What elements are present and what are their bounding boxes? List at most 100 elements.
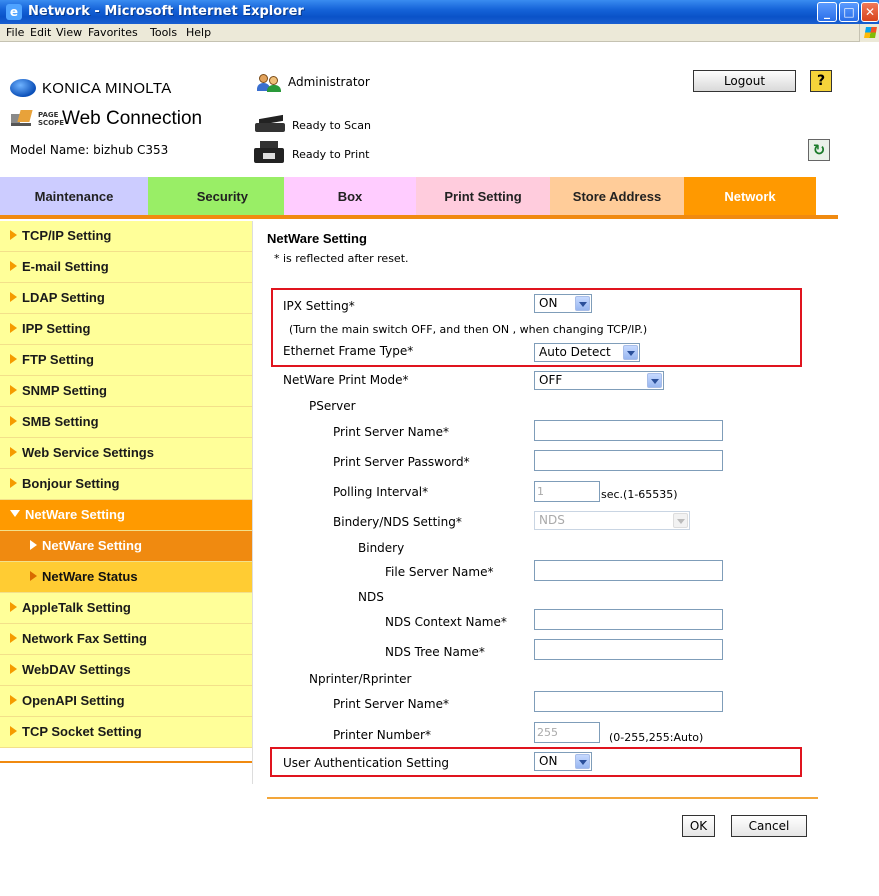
sidebar-subitem-netware-status[interactable]: NetWare Status	[0, 562, 252, 593]
arrow-down-icon	[10, 510, 20, 517]
sidebar-item-label: NetWare Setting	[42, 538, 142, 553]
sidebar-item-smb[interactable]: SMB Setting	[0, 407, 252, 438]
frame-type-select[interactable]: Auto Detect	[534, 343, 640, 362]
polling-interval-label: Polling Interval*	[333, 485, 429, 499]
nds-context-name-input[interactable]	[534, 609, 723, 630]
ipx-note: (Turn the main switch OFF, and then ON ,…	[289, 323, 648, 336]
print-server-password-input[interactable]	[534, 450, 723, 471]
tab-maintenance[interactable]: Maintenance	[0, 177, 148, 215]
chevron-down-icon	[575, 296, 590, 311]
sidebar-item-label: Network Fax Setting	[22, 631, 147, 646]
chevron-down-icon	[623, 345, 638, 360]
sidebar-item-openapi[interactable]: OpenAPI Setting	[0, 686, 252, 717]
tab-print-setting[interactable]: Print Setting	[416, 177, 550, 215]
window-title: Network - Microsoft Internet Explorer	[28, 4, 304, 19]
close-button[interactable]: ✕	[861, 2, 879, 22]
pserver-label: PServer	[309, 399, 356, 413]
sidebar-item-bonjour[interactable]: Bonjour Setting	[0, 469, 252, 500]
print-mode-label: NetWare Print Mode*	[283, 373, 409, 387]
printer-number-range: (0-255,255:Auto)	[609, 731, 704, 744]
ipx-setting-select[interactable]: ON	[534, 294, 592, 313]
bindery-nds-value: NDS	[539, 513, 565, 527]
cancel-button[interactable]: Cancel	[731, 815, 807, 837]
sidebar-item-webdav[interactable]: WebDAV Settings	[0, 655, 252, 686]
sidebar-item-label: SNMP Setting	[22, 383, 107, 398]
nds-tree-name-label: NDS Tree Name*	[385, 645, 485, 659]
user-auth-select[interactable]: ON	[534, 752, 592, 771]
sidebar-item-ldap[interactable]: LDAP Setting	[0, 283, 252, 314]
sidebar-item-tcpip[interactable]: TCP/IP Setting	[0, 221, 252, 252]
logout-button[interactable]: Logout	[693, 70, 796, 92]
arrow-right-icon	[10, 726, 17, 736]
tab-network[interactable]: Network	[684, 177, 816, 215]
menu-file[interactable]: File	[6, 26, 24, 39]
menu-edit[interactable]: Edit	[30, 26, 51, 39]
tab-store-address[interactable]: Store Address	[550, 177, 684, 215]
printer-number-label: Printer Number*	[333, 728, 431, 742]
sidebar-item-label: IPP Setting	[22, 321, 91, 336]
frame-type-label: Ethernet Frame Type*	[283, 344, 414, 358]
ipx-setting-label: IPX Setting*	[283, 299, 355, 313]
tab-security[interactable]: Security	[148, 177, 284, 215]
ipx-setting-value: ON	[539, 296, 558, 310]
menu-view[interactable]: View	[56, 26, 82, 39]
sidebar-item-appletalk[interactable]: AppleTalk Setting	[0, 593, 252, 624]
arrow-right-icon	[10, 354, 17, 364]
model-name: Model Name: bizhub C353	[10, 143, 169, 157]
nds-context-name-label: NDS Context Name*	[385, 615, 507, 629]
sidebar-item-snmp[interactable]: SNMP Setting	[0, 376, 252, 407]
minimize-button[interactable]: _	[817, 2, 837, 22]
arrow-right-icon	[10, 261, 17, 271]
sidebar-item-label: NetWare Status	[42, 569, 138, 584]
arrow-right-icon	[10, 385, 17, 395]
menu-favorites[interactable]: Favorites	[88, 26, 138, 39]
print-mode-value: OFF	[539, 373, 563, 387]
polling-interval-input[interactable]: 1	[534, 481, 600, 502]
ok-button[interactable]: OK	[682, 815, 715, 837]
arrow-right-icon	[10, 664, 17, 674]
arrow-right-icon	[10, 292, 17, 302]
np-print-server-name-input[interactable]	[534, 691, 723, 712]
sidebar-item-ftp[interactable]: FTP Setting	[0, 345, 252, 376]
chevron-down-icon	[673, 513, 688, 528]
sidebar-item-tcp-socket[interactable]: TCP Socket Setting	[0, 717, 252, 748]
print-server-name-label: Print Server Name*	[333, 425, 449, 439]
content-divider	[267, 797, 818, 799]
file-server-name-input[interactable]	[534, 560, 723, 581]
arrow-right-icon	[10, 230, 17, 240]
tab-box[interactable]: Box	[284, 177, 416, 215]
sidebar-item-ipp[interactable]: IPP Setting	[0, 314, 252, 345]
bindery-label: Bindery	[358, 541, 405, 555]
sidebar-item-label: WebDAV Settings	[22, 662, 131, 677]
maximize-button[interactable]: □	[839, 2, 859, 22]
menu-tools[interactable]: Tools	[150, 26, 177, 39]
konica-minolta-logo-icon	[10, 79, 36, 97]
print-server-name-input[interactable]	[534, 420, 723, 441]
brand-name: KONICA MINOLTA	[42, 80, 172, 97]
sidebar-item-label: TCP Socket Setting	[22, 724, 142, 739]
sidebar-subitem-netware-setting[interactable]: NetWare Setting	[0, 531, 252, 562]
windows-logo-icon	[859, 24, 879, 42]
printer-number-input[interactable]: 255	[534, 722, 600, 743]
internet-explorer-icon: e	[6, 4, 22, 20]
refresh-button[interactable]: ↻	[808, 139, 830, 161]
sidebar-item-label: TCP/IP Setting	[22, 228, 112, 243]
np-print-server-name-label: Print Server Name*	[333, 697, 449, 711]
sidebar-item-email[interactable]: E-mail Setting	[0, 252, 252, 283]
sidebar-item-network-fax[interactable]: Network Fax Setting	[0, 624, 252, 655]
bindery-nds-select[interactable]: NDS	[534, 511, 690, 530]
sidebar-item-web-service[interactable]: Web Service Settings	[0, 438, 252, 469]
print-server-password-label: Print Server Password*	[333, 455, 470, 469]
print-mode-select[interactable]: OFF	[534, 371, 664, 390]
help-button[interactable]: ?	[810, 70, 832, 92]
sidebar-item-netware[interactable]: NetWare Setting	[0, 500, 252, 531]
sidebar-item-label: NetWare Setting	[25, 507, 125, 522]
nds-tree-name-input[interactable]	[534, 639, 723, 660]
product-name: Web Connection	[62, 108, 203, 129]
reset-note: * is reflected after reset.	[274, 252, 409, 265]
file-server-name-label: File Server Name*	[385, 565, 494, 579]
main-tabs: Maintenance Security Box Print Setting S…	[0, 177, 879, 219]
menu-help[interactable]: Help	[186, 26, 211, 39]
sidebar-border	[252, 221, 253, 784]
sidebar-item-label: OpenAPI Setting	[22, 693, 125, 708]
